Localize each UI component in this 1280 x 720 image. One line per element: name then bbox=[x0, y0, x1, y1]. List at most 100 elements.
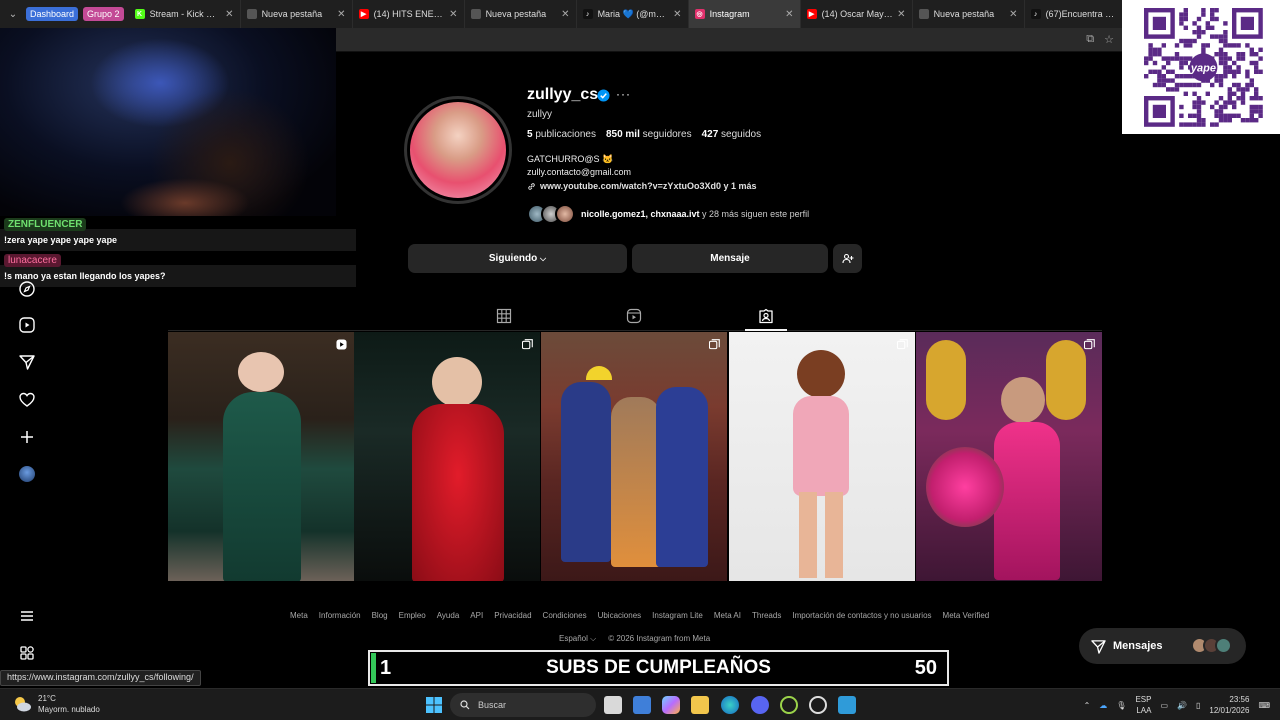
footer-link[interactable]: Blog bbox=[372, 611, 388, 620]
chat-user: ZENFLUENCER bbox=[4, 218, 87, 231]
browser-tab[interactable]: Nueva pestaña ✕ bbox=[913, 0, 1025, 28]
tab-search-icon[interactable]: ⌄ bbox=[0, 0, 26, 28]
browser-tab[interactable]: ♪ Maria 💙 (@maria.r)✕ bbox=[577, 0, 689, 28]
windows-start-icon[interactable] bbox=[425, 696, 443, 714]
explore-icon[interactable] bbox=[17, 279, 37, 299]
more-menu-icon[interactable] bbox=[17, 606, 37, 626]
footer-link[interactable]: Meta AI bbox=[714, 611, 741, 620]
footer-link[interactable]: Empleo bbox=[399, 611, 426, 620]
tab-group-grupo-2[interactable]: Grupo 2 bbox=[83, 7, 124, 21]
profile-avatar-icon[interactable] bbox=[17, 464, 37, 484]
tab-close-icon[interactable]: ✕ bbox=[337, 9, 345, 20]
tagged-tab-icon[interactable] bbox=[758, 308, 774, 324]
language-indicator[interactable]: ESP LAA bbox=[1135, 694, 1151, 716]
onedrive-icon[interactable]: ☁ bbox=[1099, 701, 1107, 710]
tab-close-icon[interactable]: ✕ bbox=[897, 9, 905, 20]
network-icon[interactable]: ▭ bbox=[1160, 701, 1168, 710]
battery-icon[interactable]: ▯ bbox=[1196, 701, 1200, 710]
file-explorer-icon[interactable] bbox=[691, 696, 709, 714]
app-icon[interactable] bbox=[838, 696, 856, 714]
tab-close-icon[interactable]: ✕ bbox=[225, 9, 233, 20]
footer-link[interactable]: Ayuda bbox=[437, 611, 460, 620]
tab-title: Nueva pestaña bbox=[261, 9, 323, 19]
browser-tab[interactable]: Nueva pestaña ✕ bbox=[241, 0, 353, 28]
task-view-icon[interactable] bbox=[604, 696, 622, 714]
discord-icon[interactable] bbox=[751, 696, 769, 714]
language-selector[interactable]: Español ⌵ bbox=[559, 634, 596, 644]
post-thumbnail[interactable] bbox=[168, 332, 354, 581]
create-plus-icon[interactable] bbox=[17, 427, 37, 447]
messages-pill[interactable]: Mensajes bbox=[1079, 628, 1246, 664]
followed-by[interactable]: nicolle.gomez1, chxnaaa.ivt y 28 más sig… bbox=[527, 204, 809, 224]
tab-favicon-icon bbox=[246, 9, 257, 19]
tab-title: Nueva pestaña bbox=[485, 9, 547, 19]
reels-icon[interactable] bbox=[17, 315, 37, 335]
suggested-users-button[interactable] bbox=[833, 244, 862, 273]
footer-link[interactable]: Condiciones bbox=[543, 611, 587, 620]
direct-send-icon bbox=[1091, 639, 1106, 654]
subs-goal-banner: SUBS DE CUMPLEAÑOS 1 50 bbox=[368, 650, 949, 686]
install-app-icon[interactable]: ⧉ bbox=[1086, 33, 1094, 46]
verified-badge-icon bbox=[597, 89, 610, 102]
notifications-icon[interactable]: ⌨ bbox=[1258, 701, 1270, 710]
chat-message: !s mano ya estan llegando los yapes? bbox=[0, 265, 356, 287]
footer-link[interactable]: Privacidad bbox=[494, 611, 531, 620]
bio-link-text[interactable]: www.youtube.com/watch?v=zYxtuOo3Xd0 y 1 … bbox=[540, 181, 756, 191]
footer-link[interactable]: Instagram Lite bbox=[652, 611, 703, 620]
search-placeholder: Buscar bbox=[478, 700, 507, 710]
browser-tab[interactable]: ♪(67)Encuentra "CORE✕ bbox=[1025, 0, 1137, 28]
microphone-icon[interactable]: 🎙 bbox=[1116, 701, 1126, 710]
footer-link[interactable]: Importación de contactos y no usuarios bbox=[792, 611, 931, 620]
chat-username[interactable]: ZENFLUENCER bbox=[4, 218, 87, 231]
taskbar-search[interactable]: Buscar bbox=[450, 693, 596, 717]
footer-link[interactable]: Meta Verified bbox=[943, 611, 990, 620]
browser-tab[interactable]: Nueva pestaña ✕ bbox=[465, 0, 577, 28]
profile-avatar[interactable] bbox=[404, 96, 512, 204]
chevron-up-icon[interactable]: ⌃ bbox=[1084, 701, 1091, 710]
clock[interactable]: 23:56 12/01/2026 bbox=[1209, 694, 1249, 716]
tab-close-icon[interactable]: ✕ bbox=[561, 9, 569, 20]
following-count[interactable]: 427 seguidos bbox=[702, 129, 762, 140]
app-icon[interactable] bbox=[780, 696, 798, 714]
bio-link[interactable]: www.youtube.com/watch?v=zYxtuOo3Xd0 y 1 … bbox=[527, 181, 756, 191]
following-button[interactable]: Siguiendo ⌵ bbox=[408, 244, 627, 273]
tab-favicon-icon: ▶ bbox=[358, 9, 369, 19]
options-dots-icon[interactable]: ··· bbox=[616, 87, 631, 101]
direct-messages-icon[interactable] bbox=[17, 352, 37, 372]
footer-link[interactable]: Información bbox=[319, 611, 361, 620]
tab-close-icon[interactable]: ✕ bbox=[449, 9, 457, 20]
reels-tab-icon[interactable] bbox=[626, 308, 642, 324]
post-thumbnail[interactable] bbox=[916, 332, 1102, 581]
browser-tab[interactable]: K Stream - Kick Dashboard✕ bbox=[129, 0, 241, 28]
posts-grid-icon[interactable] bbox=[496, 308, 512, 324]
browser-tab[interactable]: ◎ Instagram ✕ bbox=[688, 0, 801, 28]
followers-count[interactable]: 850 mil seguidores bbox=[606, 129, 692, 140]
browser-tab[interactable]: ▶ (14) Oscar Maydon x✕ bbox=[801, 0, 913, 28]
post-thumbnail[interactable] bbox=[541, 332, 727, 581]
weather-widget[interactable]: 21°C Mayorm. nublado bbox=[12, 693, 100, 715]
bookmark-star-icon[interactable]: ☆ bbox=[1104, 33, 1114, 46]
address-bar[interactable]: ⧉ ☆ bbox=[336, 28, 1122, 52]
post-thumbnail[interactable] bbox=[354, 332, 540, 581]
subs-goal-title: SUBS DE CUMPLEAÑOS bbox=[546, 657, 771, 678]
volume-icon[interactable]: 🔊 bbox=[1177, 701, 1187, 710]
tab-close-icon[interactable]: ✕ bbox=[673, 9, 681, 20]
footer-link[interactable]: API bbox=[470, 611, 483, 620]
browser-tab[interactable]: ▶ (14) HITS ENERO 2026✕ bbox=[353, 0, 465, 28]
footer-link[interactable]: Ubicaciones bbox=[598, 611, 642, 620]
chat-username[interactable]: lunacacere bbox=[4, 254, 61, 267]
tab-close-icon[interactable]: ✕ bbox=[785, 9, 793, 20]
store-icon[interactable] bbox=[633, 696, 651, 714]
footer-link[interactable]: Threads bbox=[752, 611, 781, 620]
also-from-meta-icon[interactable] bbox=[17, 643, 37, 663]
edge-browser-icon[interactable] bbox=[721, 696, 739, 714]
footer-link[interactable]: Meta bbox=[290, 611, 308, 620]
notifications-heart-icon[interactable] bbox=[17, 390, 37, 410]
obs-icon[interactable] bbox=[809, 696, 827, 714]
tab-favicon-icon: ▶ bbox=[806, 9, 817, 19]
message-button[interactable]: Mensaje bbox=[632, 244, 828, 273]
tab-close-icon[interactable]: ✕ bbox=[1009, 9, 1017, 20]
tab-group-dashboard[interactable]: Dashboard bbox=[26, 7, 79, 21]
post-thumbnail[interactable] bbox=[729, 332, 915, 581]
copilot-icon[interactable] bbox=[662, 696, 680, 714]
